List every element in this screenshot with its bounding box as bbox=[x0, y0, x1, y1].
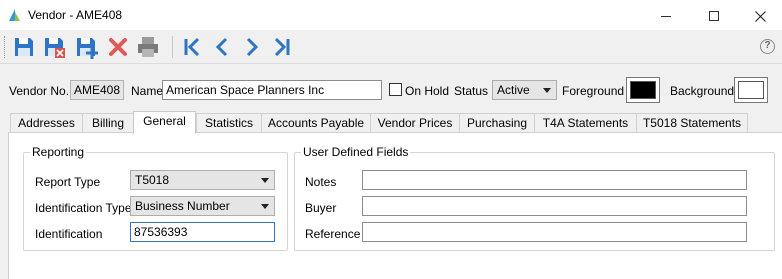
tab-t5018-statements[interactable]: T5018 Statements bbox=[636, 113, 748, 133]
vendor-no-field[interactable]: AME408 bbox=[70, 80, 124, 100]
title-bar: Vendor - AME408 bbox=[0, 0, 782, 30]
help-icon[interactable]: ? bbox=[760, 39, 775, 54]
reference-label: Reference bbox=[305, 227, 361, 241]
minimize-icon bbox=[661, 15, 671, 17]
close-icon bbox=[754, 10, 766, 22]
previous-record-icon bbox=[215, 37, 228, 57]
tab-billing[interactable]: Billing bbox=[82, 113, 134, 133]
reference-input[interactable] bbox=[362, 222, 747, 242]
tab-purchasing[interactable]: Purchasing bbox=[459, 113, 535, 133]
print-button[interactable] bbox=[136, 35, 160, 59]
next-record-icon bbox=[246, 37, 259, 57]
tab-t4a-statements[interactable]: T4A Statements bbox=[534, 113, 637, 133]
delete-button[interactable] bbox=[106, 35, 130, 59]
tab-bar: Addresses Billing General Statistics Acc… bbox=[0, 111, 782, 134]
user-defined-fields-title: User Defined Fields bbox=[301, 145, 411, 159]
save-button[interactable] bbox=[12, 35, 36, 59]
save-close-button[interactable] bbox=[42, 35, 66, 59]
on-hold-checkbox[interactable] bbox=[389, 83, 402, 96]
status-label: Status bbox=[454, 84, 489, 98]
status-value: Active bbox=[497, 83, 530, 97]
last-record-icon bbox=[274, 37, 290, 57]
first-record-icon bbox=[184, 37, 200, 57]
background-color-button[interactable] bbox=[734, 77, 768, 103]
report-type-value: T5018 bbox=[135, 173, 170, 187]
vendor-no-label: Vendor No. bbox=[9, 84, 70, 98]
first-record-button[interactable] bbox=[180, 35, 204, 59]
identification-type-select[interactable]: Business Number bbox=[130, 196, 275, 216]
close-button[interactable] bbox=[737, 0, 782, 30]
chevron-down-icon bbox=[261, 178, 269, 183]
previous-record-button[interactable] bbox=[210, 35, 234, 59]
foreground-color-button[interactable] bbox=[626, 77, 660, 103]
foreground-color-swatch bbox=[630, 81, 656, 99]
window-title: Vendor - AME408 bbox=[28, 8, 123, 22]
maximize-icon bbox=[709, 11, 719, 22]
tab-general[interactable]: General bbox=[133, 111, 196, 134]
name-label: Name bbox=[131, 84, 164, 98]
identification-type-label: Identification Type bbox=[35, 201, 132, 215]
general-tab-panel: Reporting Report Type T5018 Identificati… bbox=[8, 132, 782, 279]
on-hold-label: On Hold bbox=[405, 84, 450, 98]
tab-vendor-prices[interactable]: Vendor Prices bbox=[370, 113, 460, 133]
toolbar-grip[interactable] bbox=[4, 36, 7, 58]
tab-addresses[interactable]: Addresses bbox=[10, 113, 83, 133]
name-field[interactable]: American Space Planners Inc bbox=[162, 80, 382, 100]
minimize-button[interactable] bbox=[643, 0, 689, 30]
maximize-button[interactable] bbox=[691, 0, 737, 30]
toolbar-separator bbox=[172, 36, 173, 58]
notes-label: Notes bbox=[305, 175, 337, 189]
save-icon bbox=[15, 38, 33, 56]
tab-accounts-payable[interactable]: Accounts Payable bbox=[261, 113, 371, 133]
identification-input[interactable]: 87536393 bbox=[130, 222, 275, 242]
notes-input[interactable] bbox=[362, 170, 747, 190]
report-type-label: Report Type bbox=[35, 175, 101, 189]
identification-type-value: Business Number bbox=[135, 199, 230, 213]
status-select[interactable]: Active bbox=[492, 80, 557, 100]
chevron-down-icon bbox=[543, 88, 551, 93]
save-new-icon bbox=[77, 38, 98, 59]
background-label: Background bbox=[670, 84, 735, 98]
vendor-header: Vendor No. AME408 Name American Space Pl… bbox=[0, 72, 782, 108]
identification-label: Identification bbox=[35, 227, 103, 241]
app-logo-icon bbox=[9, 9, 20, 21]
reporting-group-title: Reporting bbox=[30, 145, 87, 159]
delete-icon bbox=[109, 38, 127, 56]
buyer-label: Buyer bbox=[305, 201, 337, 215]
print-icon bbox=[138, 37, 158, 57]
chevron-down-icon bbox=[261, 204, 269, 209]
buyer-input[interactable] bbox=[362, 196, 747, 216]
toolbar: ? bbox=[0, 30, 782, 64]
tab-statistics[interactable]: Statistics bbox=[196, 113, 262, 133]
report-type-select[interactable]: T5018 bbox=[130, 170, 275, 190]
background-color-swatch bbox=[738, 81, 764, 99]
next-record-button[interactable] bbox=[240, 35, 264, 59]
save-new-button[interactable] bbox=[74, 35, 98, 59]
save-close-icon bbox=[45, 38, 65, 58]
foreground-label: Foreground bbox=[562, 84, 625, 98]
last-record-button[interactable] bbox=[270, 35, 294, 59]
